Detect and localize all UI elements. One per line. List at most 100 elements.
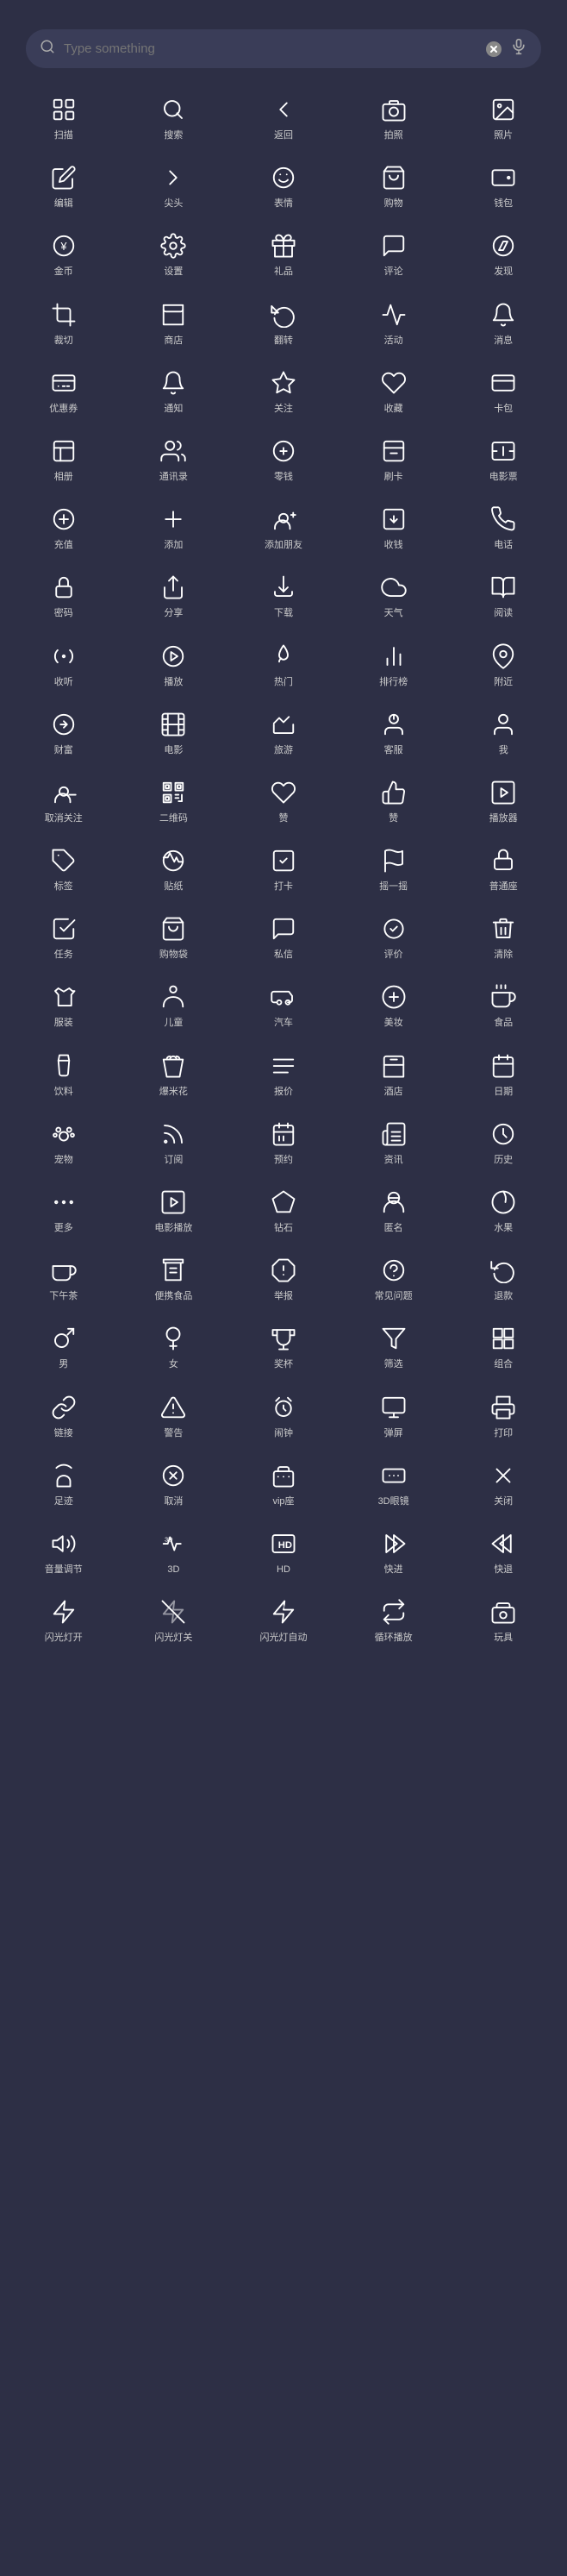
icon-item-player[interactable]: 播放器: [448, 765, 558, 833]
icon-item-refund[interactable]: 退款: [448, 1243, 558, 1311]
icon-item-gift[interactable]: 礼品: [228, 218, 339, 286]
icon-item-link[interactable]: 链接: [9, 1380, 119, 1448]
icon-item-food[interactable]: 食品: [448, 969, 558, 1037]
icon-item-bag[interactable]: 购物袋: [119, 901, 229, 969]
icon-item-more[interactable]: 更多: [9, 1175, 119, 1243]
icon-item-reserve[interactable]: 预约: [228, 1106, 339, 1175]
icon-item-popcorn[interactable]: 爆米花: [119, 1038, 229, 1106]
icon-item-star[interactable]: 关注: [228, 355, 339, 423]
icon-item-change[interactable]: 零钱: [228, 423, 339, 492]
icon-item-history[interactable]: 历史: [448, 1106, 558, 1175]
icon-item-news[interactable]: 资讯: [339, 1106, 449, 1175]
icon-item-store[interactable]: 商店: [119, 287, 229, 355]
icon-item-male[interactable]: 男: [9, 1311, 119, 1379]
icon-item-vr[interactable]: 3D眼镜: [339, 1448, 449, 1516]
icon-item-snack[interactable]: 便携食品: [119, 1243, 229, 1311]
icon-item-rank[interactable]: 排行榜: [339, 629, 449, 697]
icon-item-travel[interactable]: 旅游: [228, 697, 339, 765]
icon-item-coin[interactable]: ¥金币: [9, 218, 119, 286]
icon-item-addfriend[interactable]: 添加朋友: [228, 492, 339, 560]
search-input[interactable]: [64, 41, 477, 56]
icon-item-arrow[interactable]: 尖头: [119, 150, 229, 218]
icon-item-date[interactable]: 日期: [448, 1038, 558, 1106]
icon-item-collect[interactable]: 收藏: [339, 355, 449, 423]
icon-item-hot[interactable]: 热门: [228, 629, 339, 697]
icon-item-download[interactable]: 下载: [228, 560, 339, 628]
icon-item-discover[interactable]: 发现: [448, 218, 558, 286]
icon-item-me[interactable]: 我: [448, 697, 558, 765]
icon-item-beauty[interactable]: 美妆: [339, 969, 449, 1037]
icon-item-recharge[interactable]: 充值: [9, 492, 119, 560]
icon-item-settings[interactable]: 设置: [119, 218, 229, 286]
icon-item-tag[interactable]: 标签: [9, 833, 119, 901]
icon-item-vipseat[interactable]: vip座: [228, 1448, 339, 1516]
icon-item-service[interactable]: 客服: [339, 697, 449, 765]
icon-item-quote[interactable]: 报价: [228, 1038, 339, 1106]
icon-item-putong[interactable]: 普通座: [448, 833, 558, 901]
icon-item-flip[interactable]: 翻转: [228, 287, 339, 355]
icon-item-car[interactable]: 汽车: [228, 969, 339, 1037]
clear-button[interactable]: [486, 41, 502, 57]
icon-item-scan[interactable]: 扫描: [9, 82, 119, 150]
icon-item-fastforward[interactable]: 快进: [339, 1516, 449, 1584]
icon-item-fruit[interactable]: 水果: [448, 1175, 558, 1243]
icon-item-volume[interactable]: 音量调节: [9, 1516, 119, 1584]
icon-item-alarm[interactable]: 闹钟: [228, 1380, 339, 1448]
icon-item-trophy[interactable]: 奖杯: [228, 1311, 339, 1379]
icon-item-loop[interactable]: 循环播放: [339, 1584, 449, 1652]
icon-item-checkin[interactable]: 打卡: [228, 833, 339, 901]
icon-item-review[interactable]: 评价: [339, 901, 449, 969]
icon-item-subscribe[interactable]: 订阅: [119, 1106, 229, 1175]
icon-item-delete[interactable]: 清除: [448, 901, 558, 969]
icon-item-shake[interactable]: 摇一摇: [339, 833, 449, 901]
icon-item-close[interactable]: 关闭: [448, 1448, 558, 1516]
icon-item-nearby[interactable]: 附近: [448, 629, 558, 697]
icon-item-add[interactable]: 添加: [119, 492, 229, 560]
icon-item-wallet[interactable]: 钱包: [448, 150, 558, 218]
icon-item-play[interactable]: 播放: [119, 629, 229, 697]
icon-item-weather[interactable]: 天气: [339, 560, 449, 628]
icon-item-album[interactable]: 相册: [9, 423, 119, 492]
icon-item-screen[interactable]: 弹屏: [339, 1380, 449, 1448]
icon-item-qrcode[interactable]: 二维码: [119, 765, 229, 833]
icon-item-movie[interactable]: 电影: [119, 697, 229, 765]
icon-item-unfollow[interactable]: 取消关注: [9, 765, 119, 833]
icon-item-flashauto[interactable]: A闪光灯自动: [228, 1584, 339, 1652]
icon-item-comment[interactable]: 评论: [339, 218, 449, 286]
icon-item-shop[interactable]: 购物: [339, 150, 449, 218]
icon-item-hotel[interactable]: 酒店: [339, 1038, 449, 1106]
icon-item-filter[interactable]: 筛选: [339, 1311, 449, 1379]
icon-item-like[interactable]: 赞: [228, 765, 339, 833]
icon-item-clothes[interactable]: 服装: [9, 969, 119, 1037]
icon-item-contacts[interactable]: 通讯录: [119, 423, 229, 492]
icon-item-password[interactable]: 密码: [9, 560, 119, 628]
icon-item-group[interactable]: 组合: [448, 1311, 558, 1379]
icon-item-message[interactable]: 私信: [228, 901, 339, 969]
icon-item-hd[interactable]: HDHD: [228, 1516, 339, 1584]
icon-item-report[interactable]: 举报: [228, 1243, 339, 1311]
icon-item-activity[interactable]: 活动: [339, 287, 449, 355]
icon-item-coupon[interactable]: 优惠券: [9, 355, 119, 423]
icon-item-anonymous[interactable]: 匿名: [339, 1175, 449, 1243]
icon-item-receivemoney[interactable]: 收钱: [339, 492, 449, 560]
icon-item-pet[interactable]: 宠物: [9, 1106, 119, 1175]
icon-item-flashon[interactable]: 闪光灯开: [9, 1584, 119, 1652]
icon-item-thumbup[interactable]: 赞: [339, 765, 449, 833]
icon-item-notification[interactable]: 消息: [448, 287, 558, 355]
icon-item-female[interactable]: 女: [119, 1311, 229, 1379]
icon-item-search[interactable]: 搜索: [119, 82, 229, 150]
icon-item-back[interactable]: 返回: [228, 82, 339, 150]
icon-item-ticket[interactable]: 电影票: [448, 423, 558, 492]
icon-item-movieplay[interactable]: 电影播放: [119, 1175, 229, 1243]
icon-item-warning[interactable]: 警告: [119, 1380, 229, 1448]
icon-item-children[interactable]: 儿童: [119, 969, 229, 1037]
icon-item-sticker[interactable]: 贴纸: [119, 833, 229, 901]
icon-item-share[interactable]: 分享: [119, 560, 229, 628]
icon-item-teatime[interactable]: 下午茶: [9, 1243, 119, 1311]
icon-item-emoji[interactable]: 表情: [228, 150, 339, 218]
icon-item-wealth[interactable]: 财富: [9, 697, 119, 765]
icon-item-toy[interactable]: 玩具: [448, 1584, 558, 1652]
icon-item-read[interactable]: 阅读: [448, 560, 558, 628]
icon-item-crop[interactable]: 裁切: [9, 287, 119, 355]
icon-item-edit[interactable]: 编辑: [9, 150, 119, 218]
